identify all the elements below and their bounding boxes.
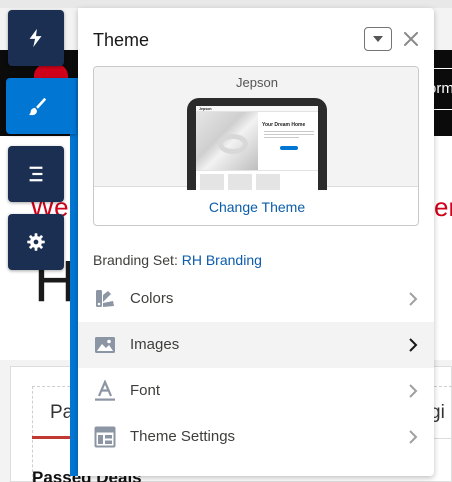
list-icon xyxy=(29,166,43,182)
settings-button[interactable] xyxy=(8,214,64,270)
branding-set-label: Branding Set: xyxy=(93,252,178,268)
theme-card: Jepson Jepson Your Dream Home Change The… xyxy=(93,66,419,226)
panel-title: Theme xyxy=(93,30,150,50)
menu-item-label: Colors xyxy=(130,290,174,307)
theme-preview-screen: Jepson Your Dream Home xyxy=(196,106,318,190)
theme-name: Jepson xyxy=(236,75,278,90)
theme-preview-device: Jepson Your Dream Home xyxy=(187,98,327,190)
theme-menu: Colors Images Font Theme Settings xyxy=(78,276,434,460)
theme-preview: Jepson Jepson Your Dream Home xyxy=(94,67,418,190)
rail-active-accent xyxy=(70,78,78,476)
preview-hero-image xyxy=(196,112,258,170)
menu-item-colors[interactable]: Colors xyxy=(78,276,434,322)
colors-icon xyxy=(96,290,114,307)
panel-menu-dropdown[interactable] xyxy=(364,27,392,51)
chevron-right-icon xyxy=(409,384,418,398)
caret-down-icon xyxy=(373,36,383,42)
background-red-text-right: er xyxy=(434,192,452,222)
brush-icon xyxy=(28,97,47,116)
branding-set-link[interactable]: RH Branding xyxy=(182,252,262,268)
preview-hero-shape xyxy=(218,134,248,154)
close-button[interactable] xyxy=(400,27,422,51)
chevron-right-icon xyxy=(409,292,418,306)
close-icon xyxy=(404,32,418,46)
font-icon xyxy=(95,380,115,401)
preview-body-lines xyxy=(264,131,314,141)
preview-logo: Jepson xyxy=(199,107,212,111)
preview-headline: Your Dream Home xyxy=(262,122,306,128)
preview-cta-button xyxy=(280,146,298,150)
menu-item-label: Font xyxy=(130,382,161,399)
change-theme-link[interactable]: Change Theme xyxy=(94,187,418,225)
theme-button[interactable] xyxy=(6,78,76,134)
menu-item-font[interactable]: Font xyxy=(78,368,434,414)
menu-item-images[interactable]: Images xyxy=(78,322,434,368)
image-icon xyxy=(95,337,115,353)
layout-icon xyxy=(94,426,116,448)
menu-item-label: Images xyxy=(130,336,180,353)
theme-panel: Theme Jepson Jepson Your Dream Home Chan… xyxy=(78,8,434,476)
menu-item-label: Theme Settings xyxy=(130,428,236,445)
builder-tool-rail xyxy=(0,0,78,482)
chevron-right-icon xyxy=(409,430,418,444)
chevron-right-icon xyxy=(409,338,418,352)
menu-item-theme-settings[interactable]: Theme Settings xyxy=(78,414,434,460)
page-structure-button[interactable] xyxy=(8,146,64,202)
gear-icon xyxy=(27,233,45,251)
branding-set: Branding Set: RH Branding xyxy=(93,252,262,268)
components-button[interactable] xyxy=(8,10,64,66)
lightning-icon xyxy=(29,28,42,48)
